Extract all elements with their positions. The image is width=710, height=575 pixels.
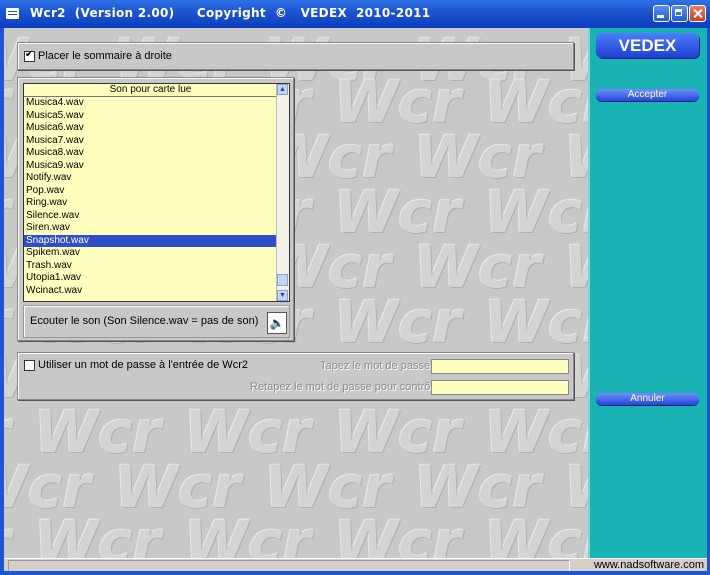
sound-list-item[interactable]: Notify.wav — [24, 172, 277, 185]
sound-list-item[interactable]: Musica7.wav — [24, 135, 277, 148]
sound-listbox[interactable]: Son pour carte lue Musica4.wav Musica5.wa… — [23, 83, 290, 302]
close-button[interactable] — [689, 5, 706, 22]
title-bar[interactable]: Wcr2 (Version 2.00) Copyright © VEDEX 20… — [0, 0, 710, 28]
options-panel: Placer le sommaire à droite — [17, 42, 574, 70]
password-field[interactable] — [431, 359, 569, 374]
sound-panel: Son pour carte lue Musica4.wav Musica5.wa… — [17, 77, 294, 341]
watermark-text: Wcr — [484, 508, 590, 558]
use-password-checkbox[interactable] — [24, 360, 35, 371]
sound-list-item[interactable]: Silence.wav — [24, 210, 277, 223]
status-bar: www.nadsoftware.com — [4, 558, 707, 571]
sound-list-item[interactable]: Siren.wav — [24, 222, 277, 235]
scroll-thumb[interactable] — [277, 274, 288, 286]
password-label: Tapez le mot de passe — [320, 360, 431, 372]
sound-list-item[interactable]: Musica5.wav — [24, 110, 277, 123]
password-confirm-field[interactable] — [431, 380, 569, 395]
vedex-logo: VEDEX — [596, 33, 699, 58]
sound-list-item[interactable]: Musica9.wav — [24, 160, 277, 173]
sound-list-item[interactable]: Musica4.wav — [24, 97, 277, 110]
status-url: www.nadsoftware.com — [593, 559, 704, 571]
sound-list-item[interactable]: Pop.wav — [24, 185, 277, 198]
client-area: WcrWcrWcrWcrWcrWcrWcrWcrWcrWcrWcrWcrWcrW… — [4, 28, 707, 571]
sound-list-item[interactable]: Spikem.wav — [24, 247, 277, 260]
password-panel: Utiliser un mot de passe à l'entrée de W… — [17, 352, 574, 400]
summary-right-checkbox[interactable] — [24, 49, 35, 62]
status-panel — [8, 560, 570, 571]
sound-list-item[interactable]: Utopia1.wav — [24, 272, 277, 285]
window-menu-icon[interactable] — [6, 8, 19, 19]
password-confirm-label: Retapez le mot de passe pour contrôle — [250, 381, 439, 393]
sound-list-item[interactable]: Wcinact.wav — [24, 285, 277, 298]
watermark-text: Wcr — [4, 508, 11, 558]
list-scrollbar[interactable]: ▲ ▼ — [276, 84, 289, 301]
minimize-button[interactable] — [653, 5, 670, 22]
sound-list-item[interactable]: Ring.wav — [24, 197, 277, 210]
watermark-text: Wcr — [34, 508, 161, 558]
sound-list-item[interactable]: Musica8.wav — [24, 147, 277, 160]
speaker-icon[interactable]: 🔈 — [267, 312, 287, 334]
watermark-text: Wcr — [334, 508, 461, 558]
cancel-button[interactable]: Annuler — [596, 393, 699, 405]
summary-right-label[interactable]: Placer le sommaire à droite — [38, 50, 172, 62]
sound-list-item[interactable]: Trash.wav — [24, 260, 277, 273]
sound-list-header: Son pour carte lue — [24, 84, 277, 97]
maximize-button[interactable] — [671, 5, 688, 22]
listen-label: Ecouter le son (Son Silence.wav = pas de… — [30, 315, 259, 327]
sidebar — [588, 28, 707, 558]
window-title: Wcr2 (Version 2.00) Copyright © VEDEX 20… — [30, 6, 431, 20]
scroll-up-icon[interactable]: ▲ — [277, 84, 288, 95]
sound-list-items: Musica4.wav Musica5.wav Musica6.wav Musica7… — [24, 97, 277, 297]
listen-button[interactable]: Ecouter le son (Son Silence.wav = pas de… — [23, 305, 290, 338]
use-password-label[interactable]: Utiliser un mot de passe à l'entrée de W… — [38, 359, 248, 371]
watermark-text: Wcr — [184, 508, 311, 558]
scroll-down-icon[interactable]: ▼ — [277, 290, 288, 301]
sound-list-item[interactable]: Musica6.wav — [24, 122, 277, 135]
accept-button[interactable]: Accepter — [596, 89, 699, 101]
sound-list-item[interactable]: Snapshot.wav — [24, 234, 277, 247]
